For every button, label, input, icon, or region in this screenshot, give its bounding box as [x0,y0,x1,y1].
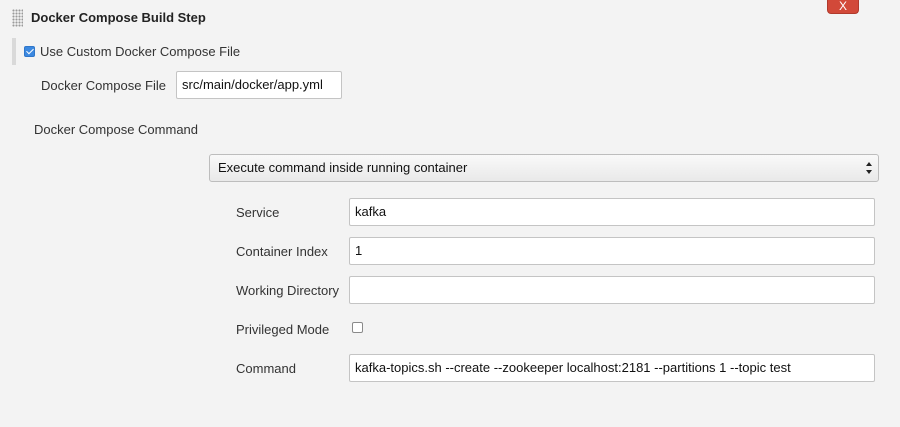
delete-step-button[interactable]: X [827,0,859,14]
use-custom-file-checkbox[interactable] [24,46,35,57]
privileged-mode-checkbox[interactable] [352,322,363,333]
select-arrows-icon [866,162,873,174]
working-directory-input[interactable] [349,276,875,304]
container-index-label: Container Index [236,244,328,259]
compose-command-label: Docker Compose Command [34,122,199,137]
drag-handle-icon[interactable] [12,9,23,27]
compose-command-selected: Execute command inside running container [218,160,468,175]
use-custom-file-label: Use Custom Docker Compose File [40,44,241,59]
command-input[interactable]: kafka-topics.sh --create --zookeeper loc… [349,354,875,382]
compose-command-select[interactable]: Execute command inside running container [209,154,879,182]
section-title: Docker Compose Build Step [31,10,206,25]
optional-block-indicator [12,38,16,65]
command-label: Command [236,361,296,376]
service-input[interactable]: kafka [349,198,875,226]
privileged-mode-label: Privileged Mode [236,322,330,337]
service-label: Service [236,205,280,220]
container-index-input[interactable]: 1 [349,237,875,265]
working-directory-label: Working Directory [236,283,340,298]
compose-file-label: Docker Compose File [41,78,166,93]
compose-file-input[interactable]: src/main/docker/app.yml [176,71,342,99]
